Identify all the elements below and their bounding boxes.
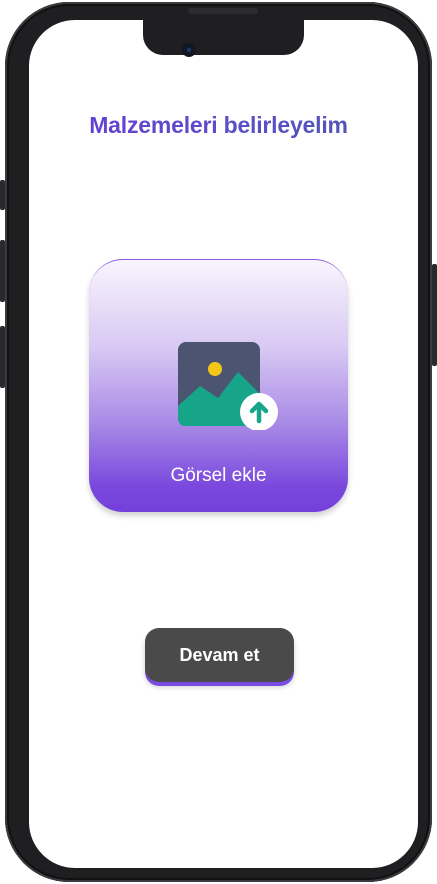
volume-up-button <box>0 240 5 302</box>
mute-switch <box>0 180 5 210</box>
image-upload-icon <box>178 342 278 430</box>
front-camera <box>184 45 194 55</box>
speaker-grille <box>188 8 258 14</box>
add-image-label: Görsel ekle <box>170 465 267 486</box>
add-image-card[interactable]: Görsel ekle <box>89 259 348 512</box>
app-root: Malzemeleri belirleyelim Görsel ekle Dev… <box>0 0 437 884</box>
volume-down-button <box>0 326 5 388</box>
continue-button[interactable]: Devam et <box>145 628 294 682</box>
power-button <box>432 264 437 366</box>
page-title: Malzemeleri belirleyelim <box>0 112 437 139</box>
notch <box>143 20 304 55</box>
